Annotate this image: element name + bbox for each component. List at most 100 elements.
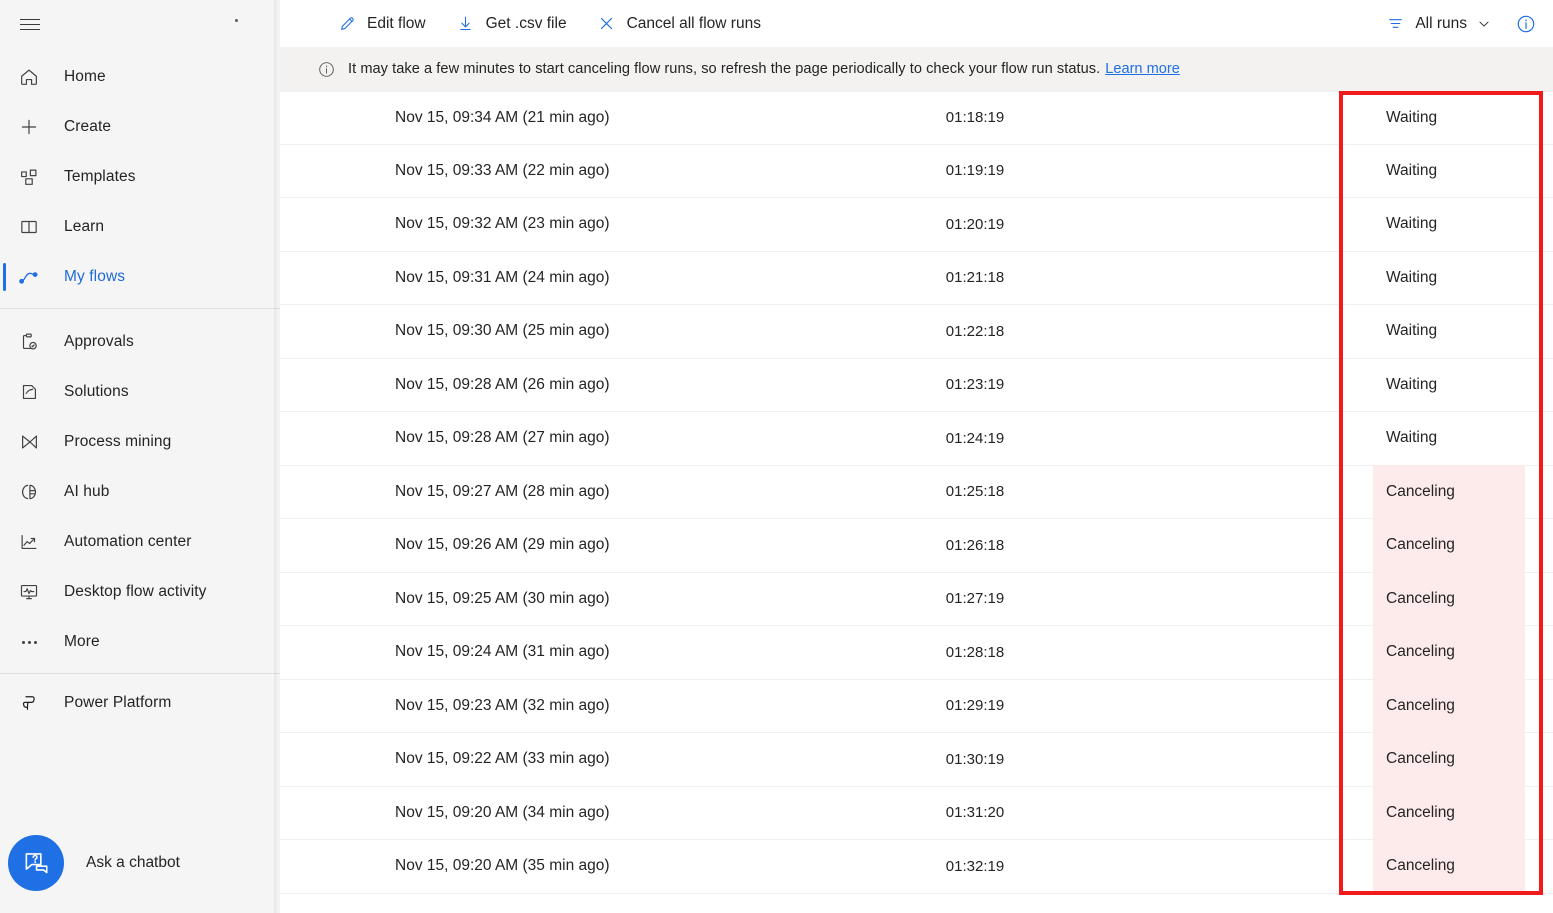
run-start-time: Nov 15, 09:22 AM (33 min ago) [395,750,610,768]
filter-icon [1386,14,1405,33]
table-row[interactable]: Nov 15, 09:28 AM (27 min ago)01:24:19Wai… [280,412,1553,466]
sidebar-item-label: Approvals [64,334,134,350]
edit-flow-label: Edit flow [367,15,426,33]
run-duration: 01:32:19 [915,858,1035,875]
run-duration: 01:19:19 [915,162,1035,179]
sidebar-item-label: Automation center [64,534,192,550]
run-duration: 01:25:18 [915,483,1035,500]
run-duration: 01:18:19 [915,109,1035,126]
run-status-badge: Canceling [1373,786,1525,840]
run-status-badge: Canceling [1373,626,1525,680]
sidebar-item-templates[interactable]: Templates [0,152,280,202]
run-start-time: Nov 15, 09:24 AM (31 min ago) [395,643,610,661]
run-status-badge: Waiting [1373,305,1525,359]
sidebar-footer-nav: Power Platform [0,674,280,728]
run-status-badge: Waiting [1373,144,1525,198]
table-row[interactable]: Nov 15, 09:27 AM (28 min ago)01:25:18Can… [280,466,1553,520]
sidebar-item-ai-hub[interactable]: AI hub [0,467,280,517]
banner-message: It may take a few minutes to start cance… [348,61,1100,77]
table-row[interactable]: Nov 15, 09:24 AM (31 min ago) 01:28:18 Can… [280,626,1553,680]
get-csv-file-button[interactable]: Get .csv file [446,7,577,41]
run-duration: 01:28:18 [915,644,1035,661]
book-icon [10,216,48,238]
sidebar-item-approvals[interactable]: Approvals [0,317,280,367]
learn-more-link[interactable]: Learn more [1105,61,1180,77]
table-row[interactable]: Nov 15, 09:20 AM (35 min ago)01:32:19Can… [280,840,1553,894]
get-csv-file-label: Get .csv file [486,15,567,33]
automation-center-icon [10,531,48,553]
templates-icon [10,166,48,188]
command-bar-right: All runs [1378,0,1553,47]
pencil-icon [337,14,357,33]
main-content: Edit flow Get .csv file [280,0,1553,913]
run-start-time: Nov 15, 09:31 AM (24 min ago) [395,269,610,287]
run-status-badge: Canceling [1373,840,1525,894]
run-start-time: Nov 15, 09:25 AM (30 min ago) [395,590,610,608]
desktop-flow-icon [10,581,48,603]
table-row[interactable]: Nov 15, 09:25 AM (30 min ago)01:27:19Can… [280,573,1553,627]
table-row[interactable]: Nov 15, 09:26 AM (29 min ago)01:26:18Can… [280,519,1553,573]
run-status-badge: Waiting [1373,358,1525,412]
app-root: Home Create Templates [0,0,1553,913]
solutions-icon [10,381,48,403]
table-row[interactable]: Nov 15, 09:23 AM (32 min ago) 01:29:19 Can… [280,680,1553,734]
sidebar-item-desktop-flow-activity[interactable]: Desktop flow activity [0,567,280,617]
sidebar-item-automation-center[interactable]: Automation center [0,517,280,567]
table-row[interactable]: Nov 15, 09:31 AM (24 min ago) 01:21:18 Wai… [280,252,1553,306]
table-row[interactable]: Nov 15, 09:22 AM (33 min ago)01:30:19Can… [280,733,1553,787]
run-start-time: Nov 15, 09:33 AM (22 min ago) [395,162,610,180]
run-start-time: Nov 15, 09:30 AM (25 min ago) [395,322,610,340]
run-duration: 01:31:20 [915,804,1035,821]
edit-flow-button[interactable]: Edit flow [327,7,436,41]
sidebar-item-my-flows[interactable]: My flows [0,252,280,302]
run-start-time: Nov 15, 09:28 AM (26 min ago) [395,376,610,394]
sidebar-item-label: More [64,634,100,650]
run-status-badge: Waiting [1373,251,1525,305]
sidebar-item-label: AI hub [64,484,109,500]
all-runs-filter-button[interactable]: All runs [1378,7,1499,41]
power-platform-icon [10,692,48,714]
table-row[interactable]: Nov 15, 09:28 AM (26 min ago)01:23:19Wai… [280,359,1553,413]
table-row[interactable]: Nov 15, 09:30 AM (25 min ago) 01:22:18 Wai… [280,305,1553,359]
run-duration: 01:22:18 [915,323,1035,340]
table-row[interactable]: Nov 15, 09:34 AM (21 min ago)01:18:19Wai… [280,91,1553,145]
info-icon[interactable] [1509,7,1543,41]
sidebar-item-process-mining[interactable]: Process mining [0,417,280,467]
run-start-time: Nov 15, 09:27 AM (28 min ago) [395,483,610,501]
sidebar-item-label: Templates [64,169,136,185]
table-row[interactable]: Nov 15, 09:20 AM (34 min ago)01:31:20Can… [280,787,1553,841]
home-icon [10,66,48,88]
process-mining-icon [10,431,48,453]
table-row[interactable]: Nov 15, 09:33 AM (22 min ago) 01:19:19 Wai… [280,145,1553,199]
run-duration: 01:29:19 [915,697,1035,714]
sidebar-item-solutions[interactable]: Solutions [0,367,280,417]
sidebar-item-label: Desktop flow activity [64,584,207,600]
cancel-all-flow-runs-label: Cancel all flow runs [627,15,761,33]
run-duration: 01:21:18 [915,269,1035,286]
run-duration: 01:20:19 [915,216,1035,233]
sidebar-item-create[interactable]: Create [0,102,280,152]
cancel-all-flow-runs-button[interactable]: Cancel all flow runs [587,7,771,41]
sidebar-item-learn[interactable]: Learn [0,202,280,252]
chat-question-icon[interactable] [8,835,64,891]
run-status-badge: Canceling [1373,679,1525,733]
chatbot-label: Ask a chatbot [86,854,180,872]
pin-indicator-dot [235,19,238,22]
sidebar-item-more[interactable]: More [0,617,280,667]
chatbot-row[interactable]: Ask a chatbot [0,813,280,913]
hamburger-menu-icon[interactable] [10,6,50,42]
sidebar-spacer [0,728,280,813]
command-bar: Edit flow Get .csv file [280,0,1553,47]
flow-icon [10,266,48,288]
sidebar-header [0,0,280,48]
sidebar-primary-nav: Home Create Templates [0,48,280,302]
table-row[interactable]: Nov 15, 09:32 AM (23 min ago)01:20:19Wai… [280,198,1553,252]
flow-runs-rows: Nov 15, 09:34 AM (21 min ago)01:18:19Wai… [280,91,1553,894]
sidebar-item-home[interactable]: Home [0,52,280,102]
run-start-time: Nov 15, 09:28 AM (27 min ago) [395,429,610,447]
sidebar-item-power-platform[interactable]: Power Platform [0,678,280,728]
sidebar-item-label: Home [64,69,106,85]
run-start-time: Nov 15, 09:23 AM (32 min ago) [395,697,610,715]
run-duration: 01:27:19 [915,590,1035,607]
run-start-time: Nov 15, 09:32 AM (23 min ago) [395,215,610,233]
